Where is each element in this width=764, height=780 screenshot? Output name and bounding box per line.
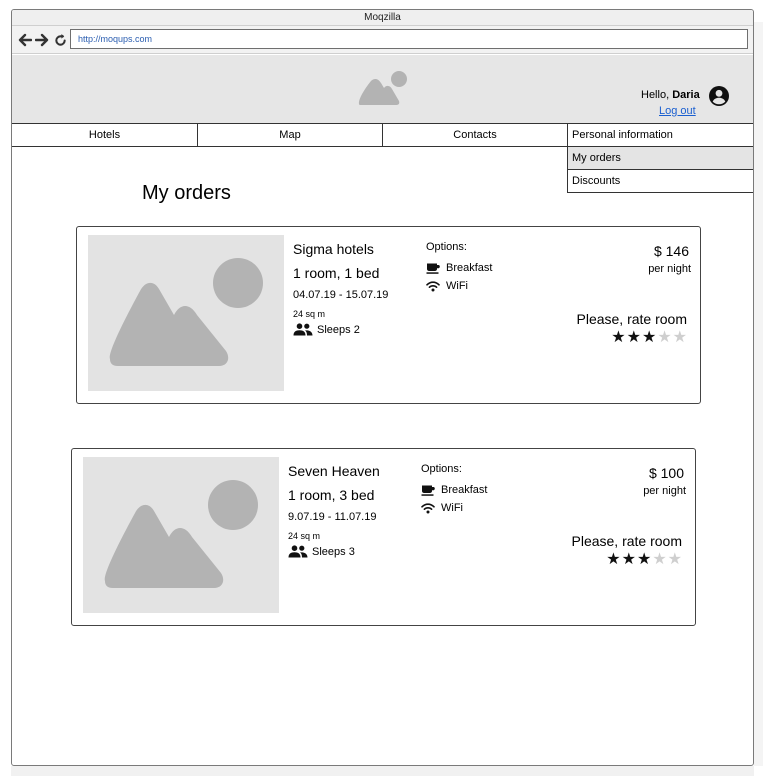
options-title: Options:: [426, 241, 467, 253]
options-title: Options:: [421, 463, 462, 475]
hotel-name: Sigma hotels: [293, 241, 374, 257]
reload-icon[interactable]: [52, 32, 68, 48]
star-empty-icon[interactable]: ★: [657, 330, 671, 346]
coffee-cup-icon: [421, 485, 435, 496]
star-filled-icon[interactable]: ★: [642, 330, 656, 346]
window-title: Moqzilla: [12, 10, 753, 26]
room-info: 1 room, 1 bed: [293, 265, 380, 281]
nav-map[interactable]: Map: [198, 124, 382, 146]
greeting: Hello, Daria: [641, 89, 700, 101]
menu-item-discounts[interactable]: Discounts: [567, 170, 753, 193]
hotel-image-placeholder: [83, 457, 279, 613]
sleeps-text: Sleeps 2: [317, 323, 360, 336]
people-icon: [288, 545, 308, 558]
menu-item-personal-information[interactable]: Personal information: [567, 123, 753, 147]
sleeps-text: Sleeps 3: [312, 545, 355, 558]
forward-arrow-icon[interactable]: [34, 32, 50, 48]
option-label: WiFi: [441, 502, 463, 514]
option-label: Breakfast: [446, 262, 493, 274]
address-bar[interactable]: http://moqups.com: [70, 29, 748, 49]
price: $ 100: [648, 465, 684, 481]
sleeps-info: Sleeps 3: [288, 545, 355, 558]
browser-window: Moqzilla http://moqups.com Hello, Daria …: [11, 9, 754, 766]
star-filled-icon[interactable]: ★: [611, 330, 625, 346]
option-breakfast: Breakfast: [426, 262, 492, 274]
logo-placeholder-icon: [356, 69, 408, 112]
star-filled-icon[interactable]: ★: [606, 552, 620, 568]
stay-dates: 9.07.19 - 11.07.19: [288, 511, 377, 523]
wifi-icon: [421, 502, 435, 513]
site-header: Hello, Daria Log out: [12, 55, 753, 123]
option-wifi: WiFi: [426, 280, 468, 292]
order-card: Seven Heaven 1 room, 3 bed 9.07.19 - 11.…: [71, 448, 696, 626]
price: $ 146: [653, 243, 689, 259]
logout-link[interactable]: Log out: [659, 105, 696, 117]
greeting-text: Hello,: [641, 89, 673, 101]
image-placeholder-icon: [104, 480, 258, 588]
star-empty-icon[interactable]: ★: [668, 552, 682, 568]
user-name: Daria: [672, 89, 700, 101]
rating-stars[interactable]: ★ ★ ★ ★ ★: [606, 552, 682, 568]
sleeps-info: Sleeps 2: [293, 323, 360, 336]
rate-room-label: Please, rate room: [576, 311, 688, 327]
option-label: WiFi: [446, 280, 468, 292]
hotel-image-placeholder: [88, 235, 284, 391]
horizontal-scrollbar[interactable]: [11, 766, 754, 776]
nav-contacts[interactable]: Contacts: [383, 124, 567, 146]
room-size: 24 sq m: [288, 531, 321, 541]
wifi-icon: [426, 280, 440, 291]
star-empty-icon[interactable]: ★: [652, 552, 666, 568]
star-filled-icon[interactable]: ★: [637, 552, 651, 568]
nav-hotels[interactable]: Hotels: [12, 124, 197, 146]
option-wifi: WiFi: [421, 502, 463, 514]
people-icon: [293, 323, 313, 336]
price-unit: per night: [648, 263, 691, 275]
rate-room-label: Please, rate room: [571, 533, 683, 549]
rating-stars[interactable]: ★ ★ ★ ★ ★: [611, 330, 687, 346]
page-title: My orders: [142, 182, 231, 204]
room-size: 24 sq m: [293, 309, 326, 319]
hotel-name: Seven Heaven: [288, 463, 380, 479]
browser-toolbar: http://moqups.com: [12, 26, 753, 54]
option-label: Breakfast: [441, 484, 488, 496]
star-empty-icon[interactable]: ★: [673, 330, 687, 346]
coffee-cup-icon: [426, 263, 440, 274]
image-placeholder-icon: [109, 258, 263, 366]
star-filled-icon[interactable]: ★: [622, 552, 636, 568]
back-arrow-icon[interactable]: [17, 32, 33, 48]
star-filled-icon[interactable]: ★: [627, 330, 641, 346]
menu-item-my-orders[interactable]: My orders: [567, 147, 753, 170]
vertical-scrollbar[interactable]: [754, 22, 763, 766]
user-account-icon[interactable]: [708, 85, 730, 112]
option-breakfast: Breakfast: [421, 484, 487, 496]
room-info: 1 room, 3 bed: [288, 487, 375, 503]
price-unit: per night: [643, 485, 686, 497]
stay-dates: 04.07.19 - 15.07.19: [293, 289, 389, 301]
order-card: Sigma hotels 1 room, 1 bed 04.07.19 - 15…: [76, 226, 701, 404]
account-dropdown-menu: Personal information My orders Discounts: [567, 123, 753, 193]
